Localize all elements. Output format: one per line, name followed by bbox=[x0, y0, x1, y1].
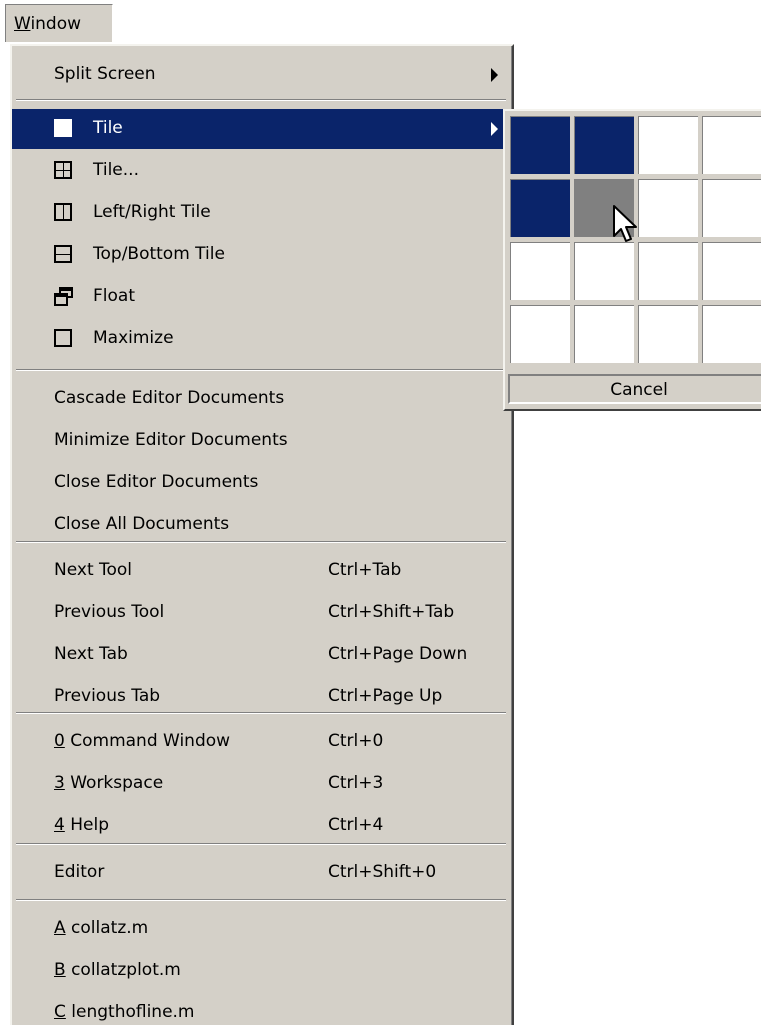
menubar-window[interactable]: Window bbox=[5, 4, 113, 42]
tile-cell-r2c3[interactable] bbox=[638, 179, 698, 237]
tile-grid-icon bbox=[54, 161, 72, 179]
tile-cell-r4c2[interactable] bbox=[574, 305, 634, 363]
tile-grid-flyout: Cancel bbox=[503, 109, 761, 411]
tile-cell-r1c4[interactable] bbox=[702, 116, 761, 174]
menu-item-next-tool[interactable]: Next Tool Ctrl+Tab bbox=[12, 551, 512, 591]
menu-separator bbox=[16, 843, 506, 845]
submenu-arrow-icon bbox=[491, 122, 498, 136]
menu-item-doc-collatz[interactable]: A collatz.m bbox=[12, 909, 512, 949]
shortcut-text: Ctrl+Shift+0 bbox=[328, 862, 437, 882]
menu-separator bbox=[16, 899, 506, 901]
menu-separator bbox=[16, 99, 506, 101]
tile-cell-r4c1[interactable] bbox=[510, 305, 570, 363]
menu-item-split-screen[interactable]: Split Screen bbox=[12, 55, 512, 95]
menu-item-next-tab[interactable]: Next Tab Ctrl+Page Down bbox=[12, 635, 512, 675]
menu-separator bbox=[16, 712, 506, 714]
menu-item-command-window[interactable]: 0 Command Window Ctrl+0 bbox=[12, 722, 512, 762]
tile-cell-r4c3[interactable] bbox=[638, 305, 698, 363]
menu-item-doc-collatzplot[interactable]: B collatzplot.m bbox=[12, 951, 512, 991]
menu-item-maximize[interactable]: Maximize bbox=[12, 319, 512, 359]
tile-cell-r1c3[interactable] bbox=[638, 116, 698, 174]
tile-cell-r1c1[interactable] bbox=[510, 116, 570, 174]
menu-item-close-editor-documents[interactable]: Close Editor Documents bbox=[12, 463, 512, 503]
menu-item-top-bottom-tile[interactable]: Top/Bottom Tile bbox=[12, 235, 512, 275]
left-right-tile-icon bbox=[54, 203, 72, 221]
menu-item-workspace[interactable]: 3 Workspace Ctrl+3 bbox=[12, 764, 512, 804]
menu-item-tile[interactable]: Tile bbox=[12, 109, 512, 149]
shortcut-text: Ctrl+4 bbox=[328, 815, 384, 835]
float-windows-icon bbox=[54, 287, 74, 307]
tile-cell-r1c2[interactable] bbox=[574, 116, 634, 174]
top-bottom-tile-icon bbox=[54, 245, 72, 263]
shortcut-text: Ctrl+Tab bbox=[328, 560, 402, 580]
cancel-button[interactable]: Cancel bbox=[508, 374, 761, 404]
menu-separator bbox=[16, 541, 506, 543]
menu-item-minimize-editor-documents[interactable]: Minimize Editor Documents bbox=[12, 421, 512, 461]
menu-item-tile-dialog[interactable]: Tile... bbox=[12, 151, 512, 191]
tile-cell-r2c4[interactable] bbox=[702, 179, 761, 237]
menu-separator bbox=[16, 369, 506, 371]
menubar-window-label: Window bbox=[14, 14, 82, 34]
tile-cell-r3c1[interactable] bbox=[510, 242, 570, 300]
tile-cell-r2c1[interactable] bbox=[510, 179, 570, 237]
shortcut-text: Ctrl+Shift+Tab bbox=[328, 602, 455, 622]
menu-item-previous-tab[interactable]: Previous Tab Ctrl+Page Up bbox=[12, 677, 512, 717]
window-menu-dropdown: Split Screen Tile Tile... Left/Right Til… bbox=[10, 44, 514, 1025]
mouse-pointer-icon bbox=[613, 205, 637, 242]
tile-cell-r3c3[interactable] bbox=[638, 242, 698, 300]
menu-item-close-all-documents[interactable]: Close All Documents bbox=[12, 505, 512, 545]
shortcut-text: Ctrl+Page Up bbox=[328, 686, 443, 706]
menu-item-editor[interactable]: Editor Ctrl+Shift+0 bbox=[12, 853, 512, 893]
menu-item-left-right-tile[interactable]: Left/Right Tile bbox=[12, 193, 512, 233]
menu-item-previous-tool[interactable]: Previous Tool Ctrl+Shift+Tab bbox=[12, 593, 512, 633]
tile-cell-r4c4[interactable] bbox=[702, 305, 761, 363]
menu-item-float[interactable]: Float bbox=[12, 277, 512, 317]
shortcut-text: Ctrl+0 bbox=[328, 731, 384, 751]
menu-item-help[interactable]: 4 Help Ctrl+4 bbox=[12, 806, 512, 846]
window-menu-screenshot: Window Split Screen Tile Tile... Left/Ri… bbox=[0, 0, 761, 1025]
menu-item-doc-lengthofline[interactable]: C lengthofline.m bbox=[12, 993, 512, 1025]
tile-grid-icon bbox=[54, 119, 72, 137]
menu-item-cascade-editor-documents[interactable]: Cascade Editor Documents bbox=[12, 379, 512, 419]
tile-cell-r3c2[interactable] bbox=[574, 242, 634, 300]
submenu-arrow-icon bbox=[491, 68, 498, 82]
shortcut-text: Ctrl+3 bbox=[328, 773, 384, 793]
tile-cell-r3c4[interactable] bbox=[702, 242, 761, 300]
maximize-icon bbox=[54, 329, 72, 347]
shortcut-text: Ctrl+Page Down bbox=[328, 644, 468, 664]
